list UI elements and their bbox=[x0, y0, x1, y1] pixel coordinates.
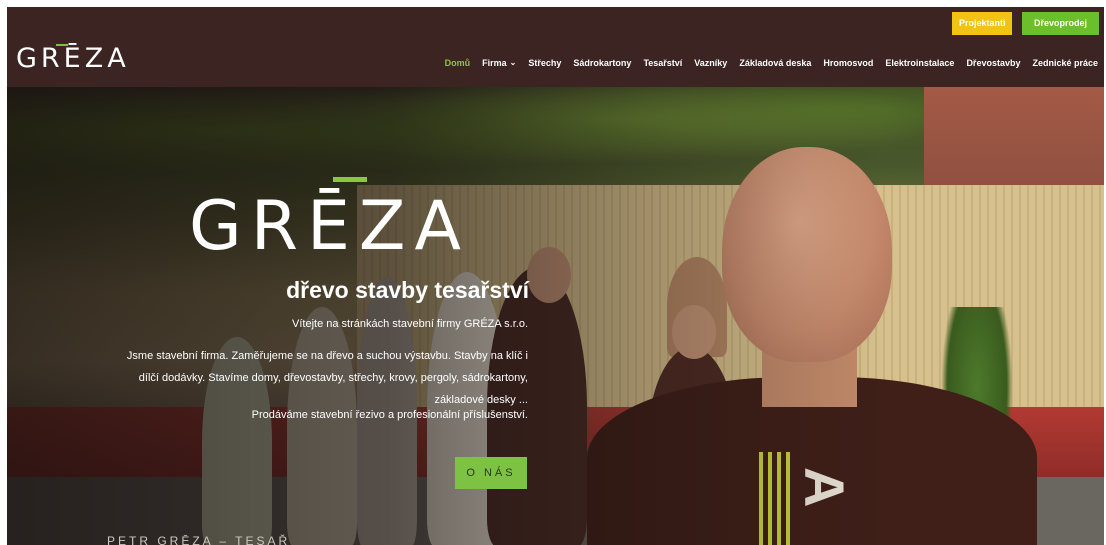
nav-item-vazniky[interactable]: Vazníky bbox=[694, 56, 727, 70]
nav-item-firma[interactable]: Firma ⌄ bbox=[482, 56, 516, 70]
hero-logo: GRĒZA bbox=[189, 187, 471, 266]
photo-caption: PETR GRĒZA – TESAŘ bbox=[107, 534, 291, 545]
browser-viewport: GRĒZA Projektanti Dřevoprodej Domů Firma… bbox=[7, 7, 1104, 545]
main-nav: Domů Firma ⌄ Střechy Sádrokartony Tesařst… bbox=[433, 56, 1098, 70]
nav-item-zednicke-prace[interactable]: Zednické práce bbox=[1032, 56, 1098, 70]
site-logo[interactable]: GRĒZA bbox=[16, 43, 130, 83]
hero-section: A GRĒZA dřevo stavby tesařství Vítejte n… bbox=[7, 87, 1104, 545]
site-header: GRĒZA Projektanti Dřevoprodej Domů Firma… bbox=[7, 7, 1104, 87]
chevron-down-icon: ⌄ bbox=[509, 58, 517, 67]
o-nas-button[interactable]: O NÁS bbox=[455, 457, 527, 489]
nav-item-zakladova-deska[interactable]: Základová deska bbox=[739, 56, 811, 70]
hero-description-line: základové desky ... bbox=[434, 394, 528, 406]
nav-item-strechy[interactable]: Střechy bbox=[528, 56, 561, 70]
hero-tagline: dřevo stavby tesařství bbox=[286, 277, 529, 303]
drevoprodej-button[interactable]: Dřevoprodej bbox=[1022, 12, 1099, 35]
hero-description: Jsme stavební firma. Zaměřujeme se na dř… bbox=[97, 345, 528, 411]
projektanti-button[interactable]: Projektanti bbox=[952, 12, 1012, 35]
nav-item-firma-label: Firma bbox=[482, 58, 507, 68]
hero-overlay bbox=[7, 87, 1104, 545]
nav-item-sadrokartony[interactable]: Sádrokartony bbox=[573, 56, 631, 70]
hero-welcome: Vítejte na stránkách stavební firmy GRÉZ… bbox=[292, 318, 528, 330]
hero-logo-accent-bar bbox=[333, 177, 367, 182]
nav-item-drevostavby[interactable]: Dřevostavby bbox=[966, 56, 1020, 70]
nav-item-hromosvod[interactable]: Hromosvod bbox=[823, 56, 873, 70]
nav-item-domu[interactable]: Domů bbox=[445, 56, 471, 70]
hero-description-line: Jsme stavební firma. Zaměřujeme se na dř… bbox=[126, 350, 528, 362]
hero-description-line: dílčí dodávky. Stavíme domy, dřevostavby… bbox=[138, 372, 528, 384]
nav-item-elektroinstalace[interactable]: Elektroinstalace bbox=[885, 56, 954, 70]
hero-sell-text: Prodáváme stavební řezivo a profesionáln… bbox=[251, 409, 528, 421]
nav-item-tesarstvi[interactable]: Tesařství bbox=[643, 56, 682, 70]
